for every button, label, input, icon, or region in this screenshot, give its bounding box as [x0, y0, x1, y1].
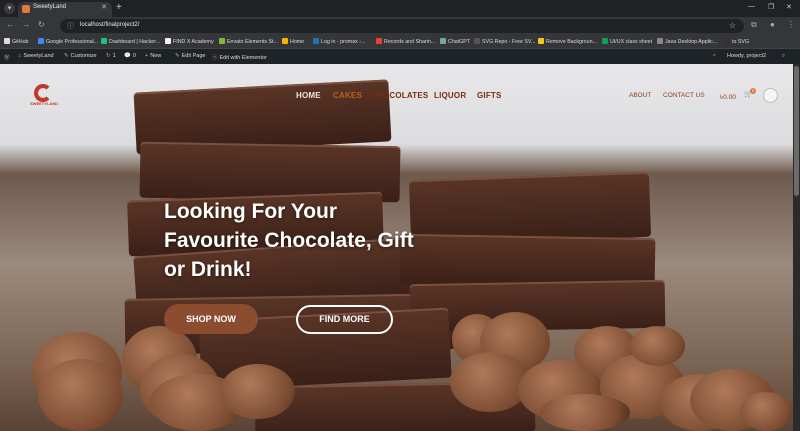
bookmark-item[interactable]: Google Professional... [38, 38, 98, 45]
logo-mark-icon [34, 84, 52, 102]
site-info-icon[interactable]: ⓘ [67, 21, 74, 31]
user-avatar[interactable] [763, 88, 778, 103]
bookmark-star-icon[interactable]: ☆ [729, 21, 736, 30]
bookmark-item[interactable]: Log in - promax -... [313, 38, 365, 45]
shop-now-button[interactable]: SHOP NOW [164, 304, 258, 334]
bookmark-item[interactable]: to SVG [724, 38, 749, 45]
nav-contact-us[interactable]: CONTACT US [663, 92, 705, 99]
truffle-image [220, 364, 295, 419]
wp-elementor-link[interactable]: ⓔ Edit with Elementor [212, 53, 267, 61]
new-tab-icon[interactable]: + [116, 2, 122, 13]
nav-about[interactable]: ABOUT [629, 92, 651, 99]
pencil-icon: ✎ [175, 53, 180, 59]
wp-search-icon[interactable]: ⌕ [782, 53, 787, 60]
plus-icon: + [145, 53, 149, 59]
browser-tab-bar: ▾ SweetyLand ✕ + — ❐ ✕ [0, 0, 800, 17]
bookmark-item[interactable]: SVG Repo - Free SV... [474, 38, 535, 45]
wp-admin-bar: Ⓦ ⌂ SweetyLand ✎ Customize ↻ 1 💬 0 + New ✎ Edi… [0, 49, 800, 64]
bookmark-item[interactable]: Dashboard | Hacker... [101, 38, 160, 45]
find-more-button[interactable]: FIND MORE [296, 305, 393, 334]
tab-title: SweetyLand [33, 4, 67, 10]
profile-icon[interactable]: ● [770, 20, 775, 29]
bookmark-item[interactable]: Records and Sharin... [376, 38, 435, 45]
maximize-icon[interactable]: ❐ [768, 3, 774, 11]
minimize-icon[interactable]: — [748, 3, 755, 10]
bookmark-item[interactable]: UI/UX class sheet [602, 38, 652, 45]
wp-comments-link[interactable]: 💬 0 [124, 53, 136, 59]
wp-site-link[interactable]: ⌂ SweetyLand [18, 53, 54, 59]
hero-headline: Looking For Your Favourite Chocolate, Gi… [164, 200, 414, 281]
home-icon: ⌂ [18, 53, 22, 59]
wp-admin-settings-icon[interactable]: ✧ [712, 53, 719, 59]
bookmark-item[interactable]: Envato Elements St... [219, 38, 278, 45]
wp-new-link[interactable]: + New [145, 53, 161, 59]
nav-cakes[interactable]: CAKES [333, 91, 362, 100]
cart-total[interactable]: ৳0.00 [720, 92, 736, 103]
extensions-icon[interactable]: ⧉ [751, 20, 757, 30]
elementor-icon: ⓔ [212, 55, 218, 61]
nav-liquor[interactable]: LIQUOR [434, 91, 466, 100]
bookmarks-bar: GitHub Google Professional... Dashboard … [0, 35, 800, 49]
wordpress-logo-icon[interactable]: Ⓦ [4, 53, 12, 61]
bookmark-item[interactable]: ChatGPT [440, 38, 470, 45]
nav-home[interactable]: HOME [296, 91, 321, 100]
bookmark-item[interactable]: Remove Backgroun... [538, 38, 597, 45]
tab-close-icon[interactable]: ✕ [101, 3, 107, 11]
forward-icon[interactable]: → [22, 20, 30, 29]
cart-count-badge: 0 [750, 88, 756, 94]
truffle-image [38, 359, 123, 431]
reload-icon[interactable]: ↻ [38, 20, 45, 29]
back-icon[interactable]: ← [6, 20, 14, 29]
wp-edit-page-link[interactable]: ✎ Edit Page [175, 53, 205, 59]
tab-search-icon[interactable]: ▾ [4, 3, 15, 14]
bookmark-item[interactable]: Home [282, 38, 304, 45]
browser-tab[interactable]: SweetyLand ✕ [18, 2, 112, 17]
bookmark-item[interactable]: Java Desktop Applic... [657, 38, 717, 45]
scrollbar-thumb[interactable] [794, 66, 799, 196]
truffle-image [450, 352, 530, 412]
bookmark-item[interactable]: FIND X Academy [165, 38, 214, 45]
browser-toolbar: ← → ↻ ⓘ localhost/finalproject2/ ☆ ⧉ ● ⋮ [0, 17, 800, 35]
truffle-image [740, 392, 793, 431]
comment-icon: 💬 [124, 53, 131, 59]
wp-howdy[interactable]: Howdy, project2 [727, 53, 766, 59]
site-favicon-icon [22, 5, 30, 13]
close-window-icon[interactable]: ✕ [786, 3, 792, 11]
truffle-image [540, 394, 630, 431]
nav-chocolates[interactable]: CHOCOLATES [371, 91, 428, 100]
logo-text: SWEETYLAND [30, 101, 58, 106]
updates-icon: ↻ [106, 53, 111, 59]
url-text[interactable]: localhost/finalproject2/ [80, 22, 139, 28]
wp-customize-link[interactable]: ✎ Customize [64, 53, 97, 59]
wp-updates-link[interactable]: ↻ 1 [106, 53, 116, 59]
site-logo[interactable]: SWEETYLAND [30, 84, 58, 106]
page-scrollbar[interactable] [793, 64, 800, 431]
brush-icon: ✎ [64, 53, 69, 59]
truffle-image [630, 326, 685, 366]
bookmark-item[interactable]: GitHub [4, 38, 29, 45]
address-bar[interactable]: ⓘ localhost/finalproject2/ ☆ [60, 19, 744, 33]
nav-gifts[interactable]: GIFTS [477, 91, 502, 100]
menu-icon[interactable]: ⋮ [787, 20, 795, 29]
